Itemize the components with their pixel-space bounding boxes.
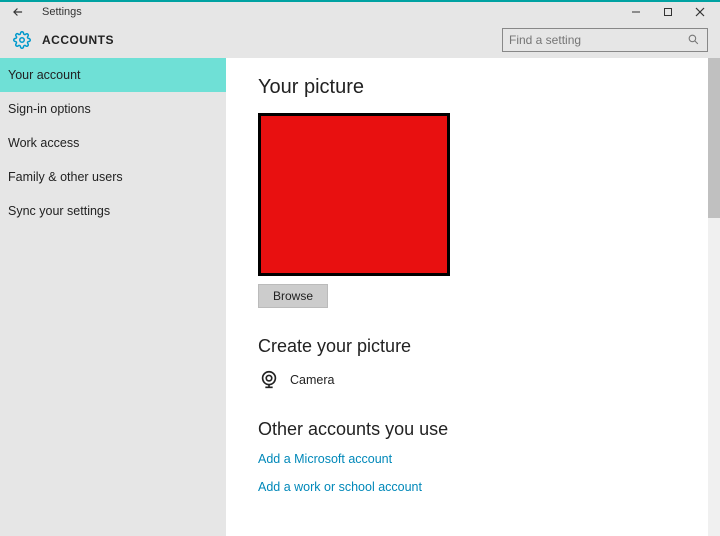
titlebar: Settings xyxy=(0,0,720,22)
search-box[interactable] xyxy=(502,28,708,52)
add-microsoft-account-link[interactable]: Add a Microsoft account xyxy=(258,452,720,466)
browse-button[interactable]: Browse xyxy=(258,284,328,308)
camera-option[interactable]: Camera xyxy=(258,369,720,391)
create-picture-heading: Create your picture xyxy=(258,336,720,357)
back-button[interactable] xyxy=(8,3,28,21)
sidebar: Your account Sign-in options Work access… xyxy=(0,58,226,536)
minimize-button[interactable] xyxy=(620,3,652,21)
sidebar-item-work-access[interactable]: Work access xyxy=(0,126,226,160)
sidebar-item-signin-options[interactable]: Sign-in options xyxy=(0,92,226,126)
sidebar-item-label: Work access xyxy=(8,136,79,150)
other-accounts-heading: Other accounts you use xyxy=(258,419,720,440)
camera-icon xyxy=(258,369,280,391)
sidebar-item-label: Family & other users xyxy=(8,170,123,184)
sidebar-item-label: Your account xyxy=(8,68,81,82)
main-content: Your picture Browse Create your picture … xyxy=(226,58,720,536)
close-button[interactable] xyxy=(684,3,716,21)
header: ACCOUNTS xyxy=(0,22,720,58)
maximize-button[interactable] xyxy=(652,3,684,21)
sidebar-item-family-users[interactable]: Family & other users xyxy=(0,160,226,194)
category-title: ACCOUNTS xyxy=(42,33,114,47)
sidebar-item-label: Sign-in options xyxy=(8,102,91,116)
account-picture xyxy=(258,113,450,276)
add-work-school-account-link[interactable]: Add a work or school account xyxy=(258,480,720,494)
camera-label: Camera xyxy=(290,373,334,387)
your-picture-heading: Your picture xyxy=(258,76,720,99)
scrollbar-thumb[interactable] xyxy=(708,58,720,218)
browse-label: Browse xyxy=(273,289,313,303)
sidebar-item-sync-settings[interactable]: Sync your settings xyxy=(0,194,226,228)
gear-icon xyxy=(12,30,32,50)
sidebar-item-your-account[interactable]: Your account xyxy=(0,58,226,92)
window-title: Settings xyxy=(42,6,82,18)
search-icon xyxy=(687,33,701,47)
search-input[interactable] xyxy=(509,33,687,47)
sidebar-item-label: Sync your settings xyxy=(8,204,110,218)
